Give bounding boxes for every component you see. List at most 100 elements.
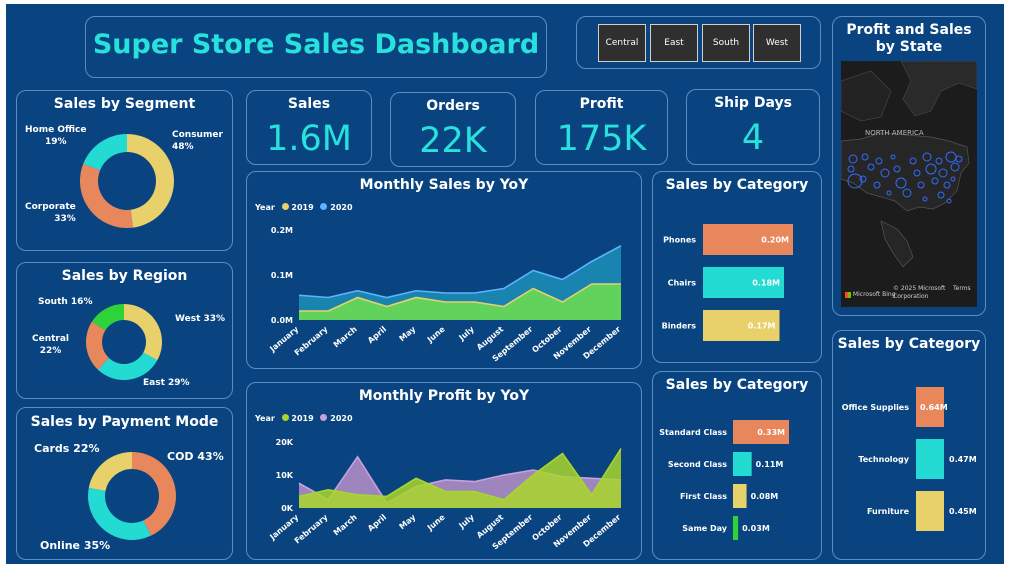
category3-bar[interactable] — [916, 439, 944, 479]
map-terms-link[interactable]: Terms — [953, 285, 971, 292]
slicer-button-west[interactable]: West — [753, 24, 801, 62]
region-slice-west[interactable] — [124, 304, 163, 361]
category1-category-label: Chairs — [668, 279, 697, 288]
kpi-sales-label: Sales — [287, 96, 331, 112]
map-canvas — [841, 61, 977, 307]
title-panel: Super Store Sales Dashboard — [85, 16, 547, 78]
segment-label-consumer-name: Consumer — [172, 130, 223, 140]
profit-ytick: 20K — [276, 438, 294, 447]
region-donut-chart — [86, 304, 163, 380]
kpi-orders-label: Orders — [426, 98, 480, 114]
region-label-central-pct: 22% — [39, 346, 62, 356]
monthly-profit-panel: Monthly Profit by YoY Year 2019 2020 0K 1… — [246, 382, 642, 560]
segment-label-consumer: Consumer 48% — [172, 129, 223, 153]
category1-category-label: Binders — [662, 322, 697, 331]
category3-value-label: 0.64M — [920, 403, 948, 412]
kpi-profit-card: Profit 175K — [535, 90, 668, 165]
category3-category-label: Technology — [858, 455, 909, 464]
slicer-button-south[interactable]: South — [702, 24, 750, 62]
sales-ytick: 0.0M — [271, 316, 293, 325]
shipmode-bar[interactable] — [733, 516, 739, 540]
us-map[interactable]: NORTH AMERICA © 2025 Microsoft Corporati… — [841, 61, 977, 307]
profit-xtick: May — [398, 512, 418, 531]
shipmode-bar[interactable] — [733, 484, 747, 508]
segment-slice-home-office[interactable] — [83, 134, 127, 171]
shipmode-category-label: Same Day — [682, 524, 728, 533]
segment-label-corporate-name: Corporate — [25, 202, 76, 212]
category-panel-2: Sales by Category Standard Class 0.33M Sec… — [652, 371, 822, 560]
category-3-bar-chart: Office Supplies 0.64M Technology 0.47M Furni… — [842, 387, 977, 531]
monthly-profit-area-chart: 0K10K20KJanuaryFebruary March April May June… — [267, 438, 622, 551]
category-2-bar-chart: Standard Class 0.33M Second Class 0.11M Firs… — [659, 420, 789, 540]
region-label-south: South 16% — [38, 297, 93, 307]
map-title: Profit and Sales by State — [846, 22, 972, 55]
segment-label-home-office-name: Home Office — [25, 125, 87, 135]
kpi-profit-label: Profit — [579, 96, 624, 112]
region-label-central-name: Central — [32, 334, 70, 344]
payment-label-online: Online 35% — [40, 539, 111, 552]
profit-xtick: July — [457, 512, 477, 531]
segment-slice-consumer[interactable] — [127, 134, 175, 228]
category-panel-1: Sales by Category Phones 0.20M Chairs 0.18M… — [652, 171, 822, 363]
payment-panel: Sales by Payment Mode Cards 22% COD 43% … — [16, 407, 233, 560]
sales-ytick: 0.2M — [271, 226, 293, 235]
kpi-sales-value: 1.6M — [266, 119, 352, 159]
shipmode-category-label: First Class — [680, 492, 727, 501]
segment-slice-corporate[interactable] — [80, 163, 133, 229]
category3-value-label: 0.45M — [949, 507, 977, 516]
category-panel-3: Sales by Category Office Supplies 0.64M Te… — [832, 330, 986, 560]
sales-xtick: April — [366, 324, 388, 345]
bing-logo: Microsoft Bing — [845, 291, 896, 298]
windows-logo-icon — [845, 291, 851, 298]
category-1-bar-chart: Phones 0.20M Chairs 0.18M Binders 0.17M — [662, 224, 793, 341]
payment-slice-online[interactable] — [88, 487, 151, 540]
map-panel: Profit and Sales by State NORTH AMERICA … — [832, 16, 986, 316]
region-panel: Sales by Region South 16% West 33% Centr… — [16, 262, 233, 399]
shipmode-value-label: 0.11M — [756, 460, 784, 469]
category3-bar[interactable] — [916, 491, 944, 531]
sales-ytick: 0.1M — [271, 271, 293, 280]
category1-value-label: 0.17M — [748, 322, 776, 331]
category1-category-label: Phones — [663, 236, 696, 245]
region-label-east: East 29% — [143, 378, 190, 388]
profit-xtick: February — [293, 512, 330, 545]
profit-xtick: March — [332, 512, 359, 537]
segment-label-consumer-pct: 48% — [172, 142, 194, 152]
category3-category-label: Office Supplies — [842, 403, 909, 412]
map-continent-label: NORTH AMERICA — [865, 129, 924, 137]
segment-label-home-office-pct: 19% — [44, 137, 67, 147]
monthly-sales-area-chart: 0.0M0.1M0.2MJanuaryFebruary March April May… — [267, 226, 622, 363]
profit-xtick: June — [425, 512, 447, 533]
profit-ytick: 0K — [281, 504, 294, 513]
segment-label-corporate-pct: 33% — [54, 214, 76, 224]
kpi-shipdays-card: Ship Days 4 — [686, 89, 820, 165]
kpi-orders-card: Orders 22K — [390, 92, 516, 167]
kpi-orders-value: 22K — [419, 121, 487, 161]
shipmode-category-label: Standard Class — [659, 428, 727, 437]
bing-label: Microsoft Bing — [852, 291, 896, 298]
payment-label-cards: Cards 22% — [34, 442, 100, 455]
sales-xtick: March — [332, 324, 359, 349]
sales-xtick: July — [457, 324, 477, 343]
segment-donut-chart — [80, 134, 175, 229]
region-label-central: Central 22% — [32, 333, 69, 357]
segment-panel: Sales by Segment Home Office 19% Consumer… — [16, 90, 233, 251]
kpi-shipdays-label: Ship Days — [714, 95, 792, 111]
segment-label-corporate: Corporate 33% — [25, 201, 76, 225]
payment-label-cod: COD 43% — [167, 450, 224, 463]
profit-ytick: 10K — [276, 471, 294, 480]
slicer-button-east[interactable]: East — [650, 24, 698, 62]
payment-slice-cards[interactable] — [88, 452, 132, 491]
segment-label-home-office: Home Office 19% — [25, 124, 86, 148]
region-slicer: Central East South West — [576, 16, 821, 69]
shipmode-value-label: 0.08M — [751, 492, 779, 501]
category1-value-label: 0.20M — [761, 236, 789, 245]
shipmode-bar[interactable] — [733, 452, 752, 476]
shipmode-category-label: Second Class — [668, 460, 727, 469]
sales-xtick: June — [425, 324, 447, 345]
shipmode-value-label: 0.03M — [742, 524, 770, 533]
region-label-west: West 33% — [175, 314, 226, 324]
slicer-button-central[interactable]: Central — [598, 24, 646, 62]
category1-value-label: 0.18M — [752, 279, 780, 288]
sales-xtick: May — [398, 324, 418, 343]
